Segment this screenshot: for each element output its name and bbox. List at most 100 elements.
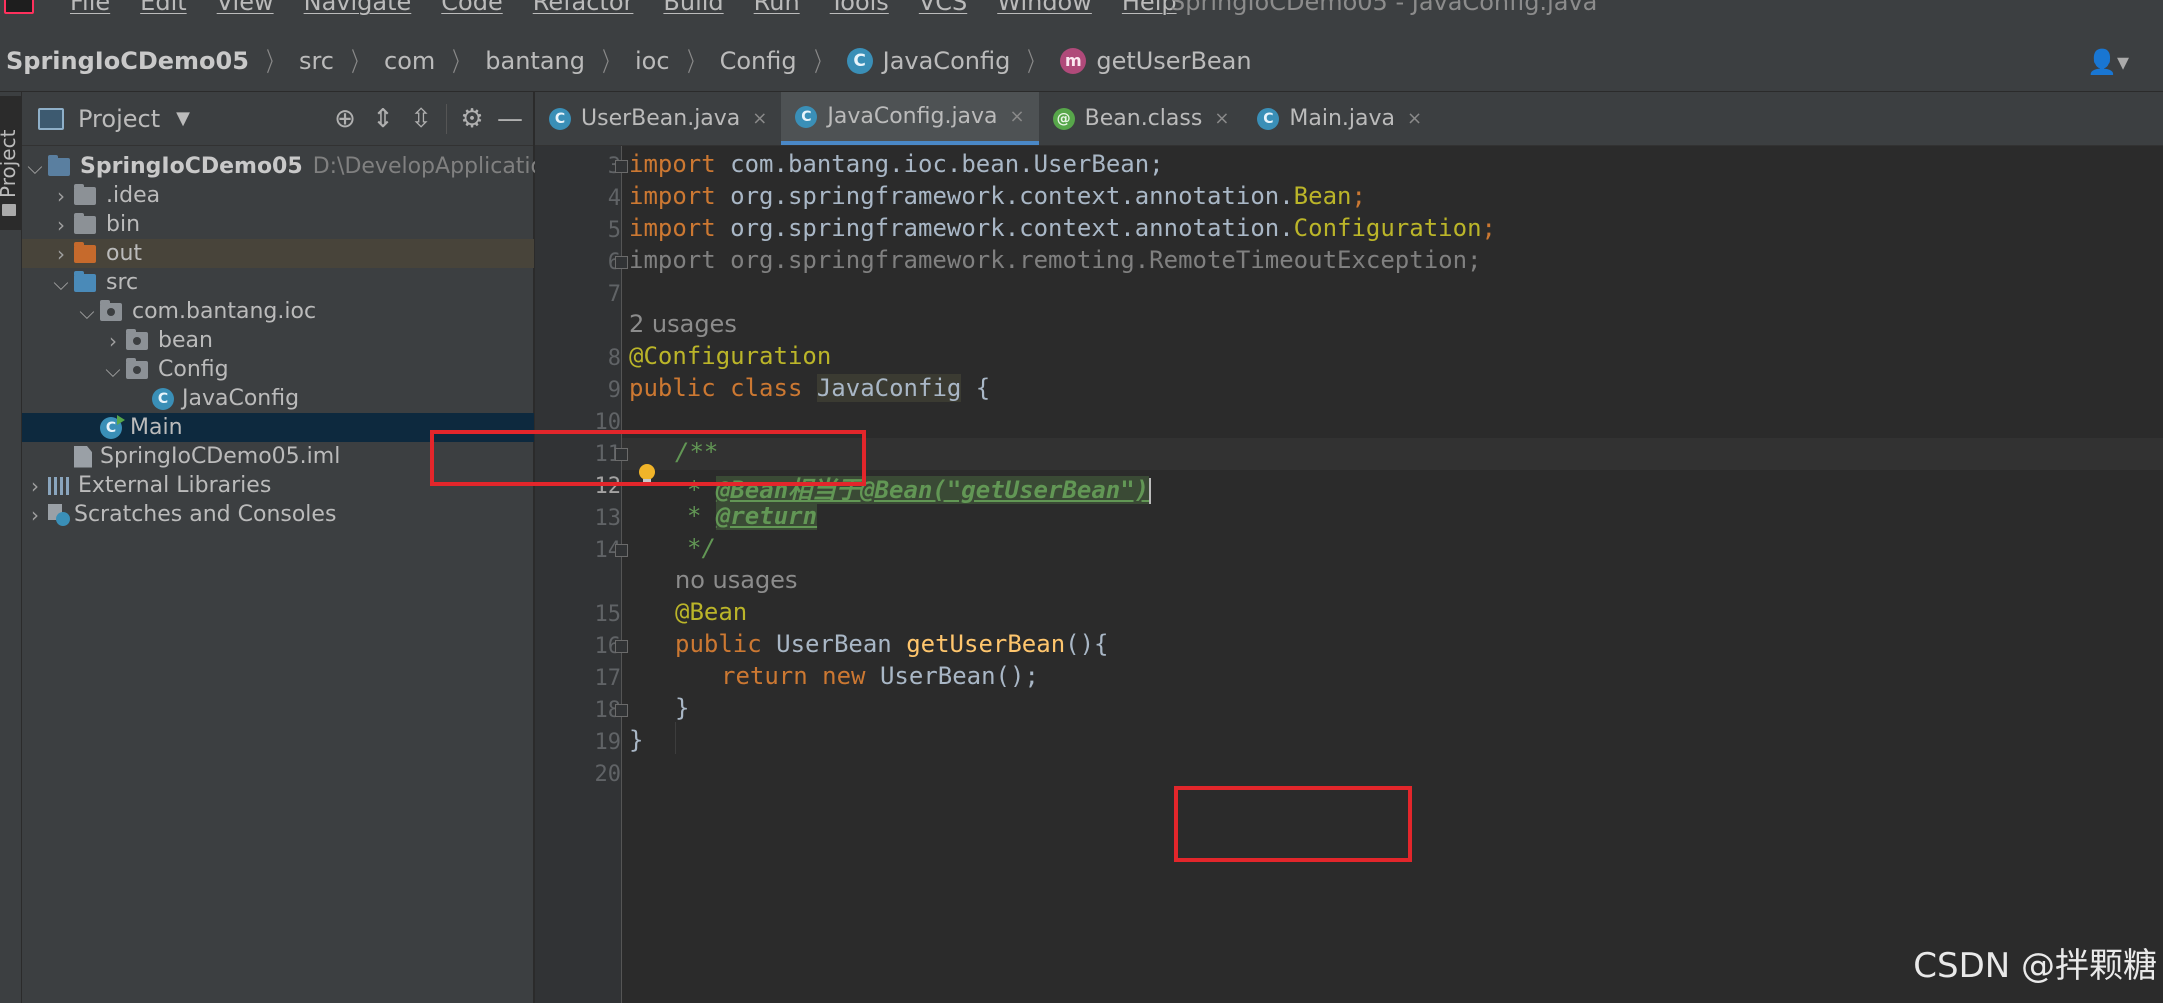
line-number: 4 [607, 186, 621, 211]
breadcrumb-separator-icon: 〉 [351, 48, 367, 78]
menu-view[interactable]: View [217, 0, 274, 16]
tree-item-label: SpringIoCDemo05.iml [100, 444, 341, 469]
code-line-6: import org.springframework.remoting.Remo… [629, 246, 1482, 274]
code-editor[interactable]: 3 4 5 6 7 8 9 10 11 12 13 14 15 16 17 18… [430, 146, 2163, 1003]
breadcrumb-class[interactable]: C JavaConfig [846, 47, 1010, 75]
menu-run[interactable]: Run [754, 0, 800, 16]
module-folder-icon [48, 154, 70, 176]
tree-item-javaconfig[interactable]: C JavaConfig [22, 384, 534, 413]
hide-panel-icon[interactable]: — [491, 104, 529, 134]
fold-marker-icon[interactable] [615, 704, 628, 717]
chevron-down-icon[interactable]: ⌵ [74, 300, 100, 324]
chevron-right-icon[interactable]: › [22, 503, 48, 527]
menu-edit[interactable]: Edit [140, 0, 186, 16]
locate-target-icon[interactable]: ⊕ [326, 104, 364, 134]
intellij-logo-icon[interactable] [4, 0, 34, 14]
chevron-down-icon[interactable]: ⌵ [22, 155, 48, 179]
close-icon[interactable]: × [752, 108, 767, 129]
keyword: return [721, 662, 808, 690]
tree-item-root[interactable]: ⌵ SpringIoCDemo05 D:\DevelopApplication\… [22, 152, 681, 181]
menu-build[interactable]: Build [663, 0, 723, 16]
breadcrumb-config[interactable]: Config [720, 47, 797, 75]
tree-item-out[interactable]: › out [22, 239, 534, 268]
class-icon: C [795, 105, 818, 128]
usages-hint[interactable]: 2 usages [629, 310, 737, 338]
code-text: (){ [1065, 630, 1109, 658]
gear-icon[interactable]: ⚙ [453, 104, 491, 134]
breadcrumb-com[interactable]: com [384, 47, 435, 75]
package-icon [126, 357, 148, 379]
runnable-class-icon: C [100, 414, 125, 439]
project-panel-header: Project ▼ ⊕ ⇕ ⇳ ⚙ — [22, 92, 533, 146]
scratches-icon [48, 503, 70, 526]
breadcrumb-bantang[interactable]: bantang [485, 47, 585, 75]
usages-hint[interactable]: no usages [675, 566, 797, 594]
chevron-right-icon[interactable]: › [48, 242, 74, 266]
fold-marker-icon[interactable] [615, 544, 628, 557]
code-line-15: @Bean [675, 598, 748, 626]
breadcrumb-ioc[interactable]: ioc [635, 47, 670, 75]
chevron-right-icon[interactable]: › [48, 184, 74, 208]
collapse-all-icon[interactable]: ⇳ [402, 104, 440, 134]
code-line-14: */ [687, 534, 716, 562]
menu-window[interactable]: Window [997, 0, 1092, 16]
method-icon: m [1060, 47, 1087, 74]
tree-item-idea[interactable]: › .idea [22, 181, 534, 210]
tab-userbean[interactable]: C UserBean.java × [535, 92, 781, 145]
folder-icon [74, 212, 96, 234]
tree-item-label: com.bantang.ioc [132, 299, 317, 324]
keyword: class [730, 374, 803, 402]
highlight-box-method [1174, 786, 1412, 862]
chevron-right-icon[interactable]: › [22, 474, 48, 498]
tree-item-label: bin [106, 212, 141, 237]
tab-main[interactable]: C Main.java × [1243, 92, 1436, 145]
menu-vcs[interactable]: VCS [919, 0, 967, 16]
project-view-selector[interactable]: Project [78, 105, 160, 133]
tree-item-bean[interactable]: › bean [22, 326, 534, 355]
text-caret [1149, 478, 1152, 504]
tree-item-config[interactable]: ⌵ Config [22, 355, 534, 384]
tab-label: Main.java [1289, 106, 1396, 131]
runnable-class-icon: C [1257, 107, 1280, 130]
tab-bean-class[interactable]: @ Bean.class × [1039, 92, 1244, 145]
code-line-18: } [675, 694, 690, 722]
menu-bar: File Edit View Navigate Code Refactor Bu… [0, 0, 2163, 30]
menu-refactor[interactable]: Refactor [533, 0, 634, 16]
menu-navigate[interactable]: Navigate [304, 0, 412, 16]
breadcrumb-src[interactable]: src [299, 47, 334, 75]
chevron-right-icon[interactable]: › [48, 213, 74, 237]
fold-marker-icon[interactable] [615, 640, 628, 653]
menu-file[interactable]: File [70, 0, 110, 16]
close-icon[interactable]: × [1407, 108, 1422, 129]
tree-item-label: .idea [106, 183, 161, 208]
menu-code[interactable]: Code [441, 0, 502, 16]
chevron-right-icon[interactable]: › [100, 329, 126, 353]
fold-marker-icon[interactable] [615, 256, 628, 269]
tree-item-scratches[interactable]: › Scratches and Consoles [22, 500, 534, 529]
chevron-down-icon[interactable]: ⌵ [100, 358, 126, 382]
keyword: import [629, 214, 716, 242]
user-account-icon[interactable]: 👤▾ [2087, 48, 2129, 76]
chevron-down-icon[interactable]: ▼ [176, 108, 190, 129]
annotation-type: Configuration [1293, 214, 1482, 242]
chevron-down-icon[interactable]: ⌵ [48, 271, 74, 295]
module-file-icon [74, 445, 92, 468]
tab-javaconfig[interactable]: C JavaConfig.java × [781, 92, 1039, 145]
menu-tools[interactable]: Tools [830, 0, 889, 16]
semicolon: ; [1481, 214, 1496, 242]
folder-icon [74, 183, 96, 205]
breadcrumb-method[interactable]: m getUserBean [1060, 47, 1252, 75]
expand-all-icon[interactable]: ⇕ [364, 104, 402, 134]
fold-marker-icon[interactable] [615, 160, 628, 173]
close-icon[interactable]: × [1010, 106, 1025, 127]
tree-item-package[interactable]: ⌵ com.bantang.ioc [22, 297, 534, 326]
project-tool-window-tab[interactable]: Project [0, 96, 22, 230]
close-icon[interactable]: × [1214, 108, 1229, 129]
breadcrumb-project[interactable]: SpringIoCDemo05 [6, 47, 249, 75]
tree-item-bin[interactable]: › bin [22, 210, 534, 239]
tool-strip-project-label: Project [0, 129, 20, 198]
folder-icon [2, 204, 16, 216]
indent-guide [675, 722, 676, 754]
tree-item-src[interactable]: ⌵ src [22, 268, 534, 297]
menu-help[interactable]: Help [1122, 0, 1177, 16]
